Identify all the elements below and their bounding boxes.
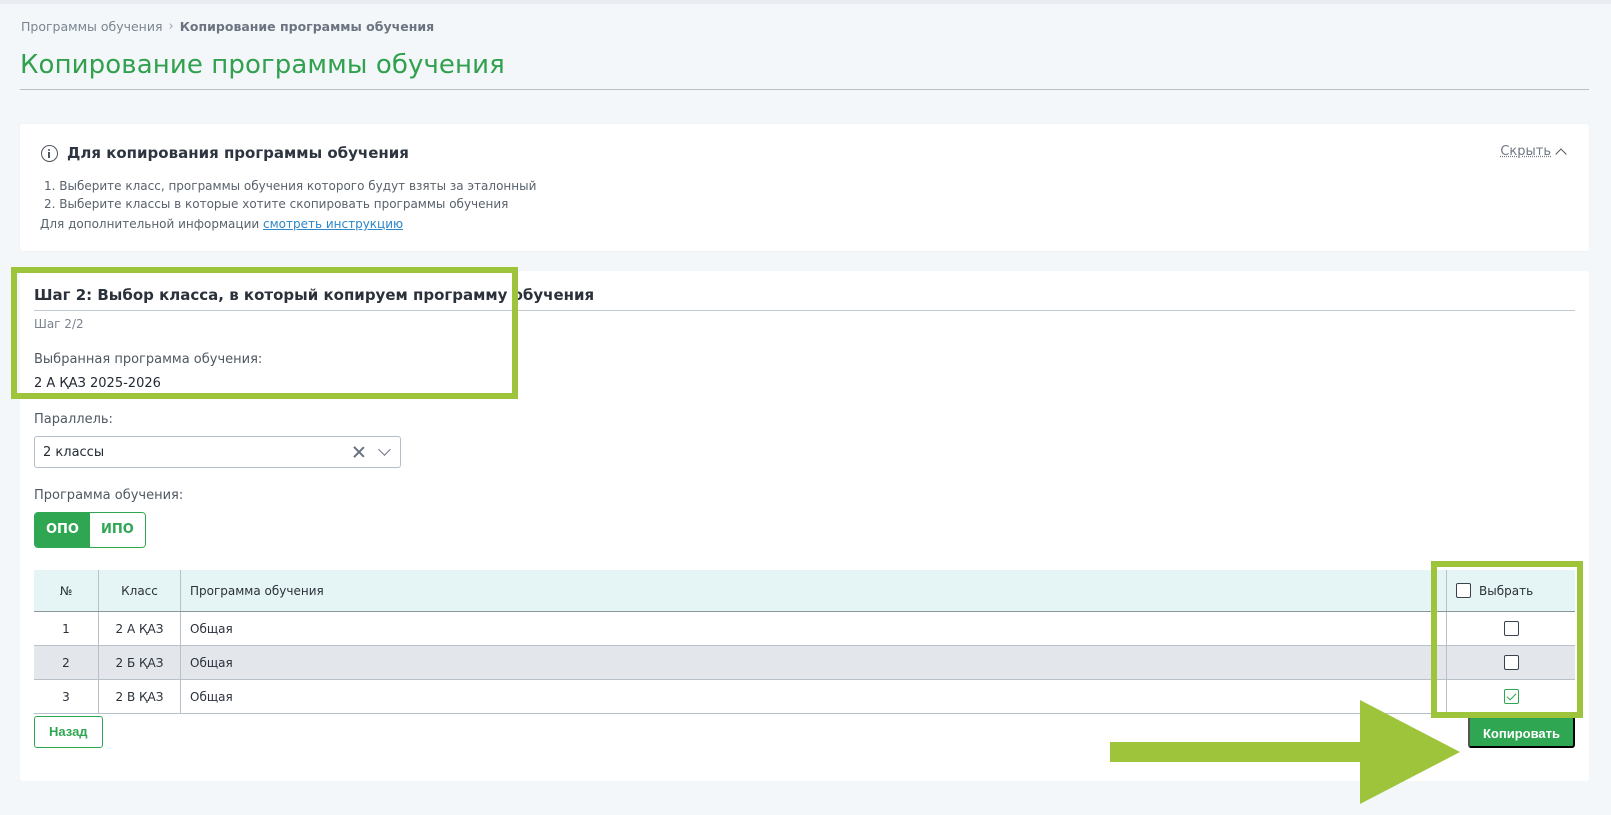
header-num: № (34, 570, 99, 611)
copy-button[interactable]: Копировать (1467, 716, 1575, 748)
selected-program-label: Выбранная программа обучения: (34, 352, 263, 367)
breadcrumb-parent[interactable]: Программы обучения (21, 19, 163, 34)
top-divider (0, 0, 1611, 4)
row-class: 2 Б ҚАЗ (99, 646, 181, 679)
row-program: Общая (190, 621, 233, 636)
info-panel: Для копирования программы обучения Скрыт… (20, 124, 1589, 251)
hide-info-toggle[interactable]: Скрыть (1500, 144, 1567, 160)
table-row: 2 2 Б ҚАЗ Общая (34, 646, 1575, 680)
row-checkbox[interactable] (1503, 655, 1519, 670)
info-extra: Для дополнительной информации смотреть и… (40, 217, 403, 231)
row-select-cell (1446, 646, 1575, 679)
page-title: Копирование программы обучения (20, 50, 505, 80)
parallel-label: Параллель: (34, 412, 113, 427)
row-num: 1 (34, 612, 99, 645)
info-title: Для копирования программы обучения (67, 144, 409, 162)
row-class: 2 В ҚАЗ (99, 680, 181, 713)
program-type-label: Программа обучения: (34, 488, 184, 503)
breadcrumb-separator-icon: › (168, 19, 174, 34)
info-icon (41, 144, 58, 162)
row-num: 3 (34, 680, 99, 713)
back-button[interactable]: Назад (34, 716, 103, 748)
instruction-link[interactable]: смотреть инструкцию (263, 217, 403, 231)
info-header: Для копирования программы обучения (41, 144, 409, 162)
row-checkbox-checked[interactable] (1503, 689, 1519, 704)
header-select: Выбрать (1446, 570, 1575, 611)
program-option-ipo[interactable]: ИПО (89, 513, 145, 547)
row-program: Общая (190, 655, 233, 670)
row-select-cell (1446, 612, 1575, 645)
step-counter: Шаг 2/2 (34, 317, 84, 331)
row-class: 2 А ҚАЗ (99, 612, 181, 645)
info-steps: 1. Выберите класс, программы обучения ко… (44, 177, 536, 213)
program-option-opo[interactable]: ОПО (35, 513, 90, 547)
row-num: 2 (34, 646, 99, 679)
header-class: Класс (99, 570, 181, 611)
breadcrumb-current: Копирование программы обучения (179, 19, 435, 34)
title-divider (20, 89, 1589, 90)
selected-program-value: 2 А ҚАЗ 2025-2026 (34, 376, 161, 391)
parallel-select-value[interactable]: 2 классы (43, 445, 104, 460)
row-select-cell (1446, 680, 1575, 713)
select-all-label[interactable]: Выбрать (1479, 584, 1533, 598)
row-checkbox[interactable] (1503, 621, 1519, 636)
row-program: Общая (190, 689, 233, 704)
select-all-checkbox[interactable] (1456, 583, 1471, 598)
info-step-1: 1. Выберите класс, программы обучения ко… (44, 179, 537, 193)
parallel-select[interactable]: 2 классы (34, 436, 401, 468)
chevron-down-icon[interactable] (378, 443, 391, 456)
classes-table: № Класс Программа обучения Выбрать 1 2 А… (34, 570, 1575, 714)
header-program: Программа обучения (190, 583, 324, 598)
table-row: 1 2 А ҚАЗ Общая (34, 612, 1575, 646)
table-header-row: № Класс Программа обучения Выбрать (34, 570, 1575, 612)
clear-icon[interactable] (352, 445, 366, 459)
step-divider (34, 310, 1575, 311)
breadcrumb: Программы обучения › Копирование програм… (21, 19, 434, 34)
step-title: Шаг 2: Выбор класса, в который копируем … (34, 286, 595, 304)
chevron-up-icon[interactable] (1555, 147, 1567, 160)
table-row: 3 2 В ҚАЗ Общая (34, 680, 1575, 714)
info-step-2: 2. Выберите классы в которые хотите скоп… (44, 197, 509, 211)
program-type-switch[interactable]: ОПО ИПО (34, 512, 146, 548)
step-panel: Шаг 2: Выбор класса, в который копируем … (20, 271, 1589, 781)
info-extra-text: Для дополнительной информации (40, 217, 260, 231)
hide-label[interactable]: Скрыть (1500, 144, 1551, 159)
